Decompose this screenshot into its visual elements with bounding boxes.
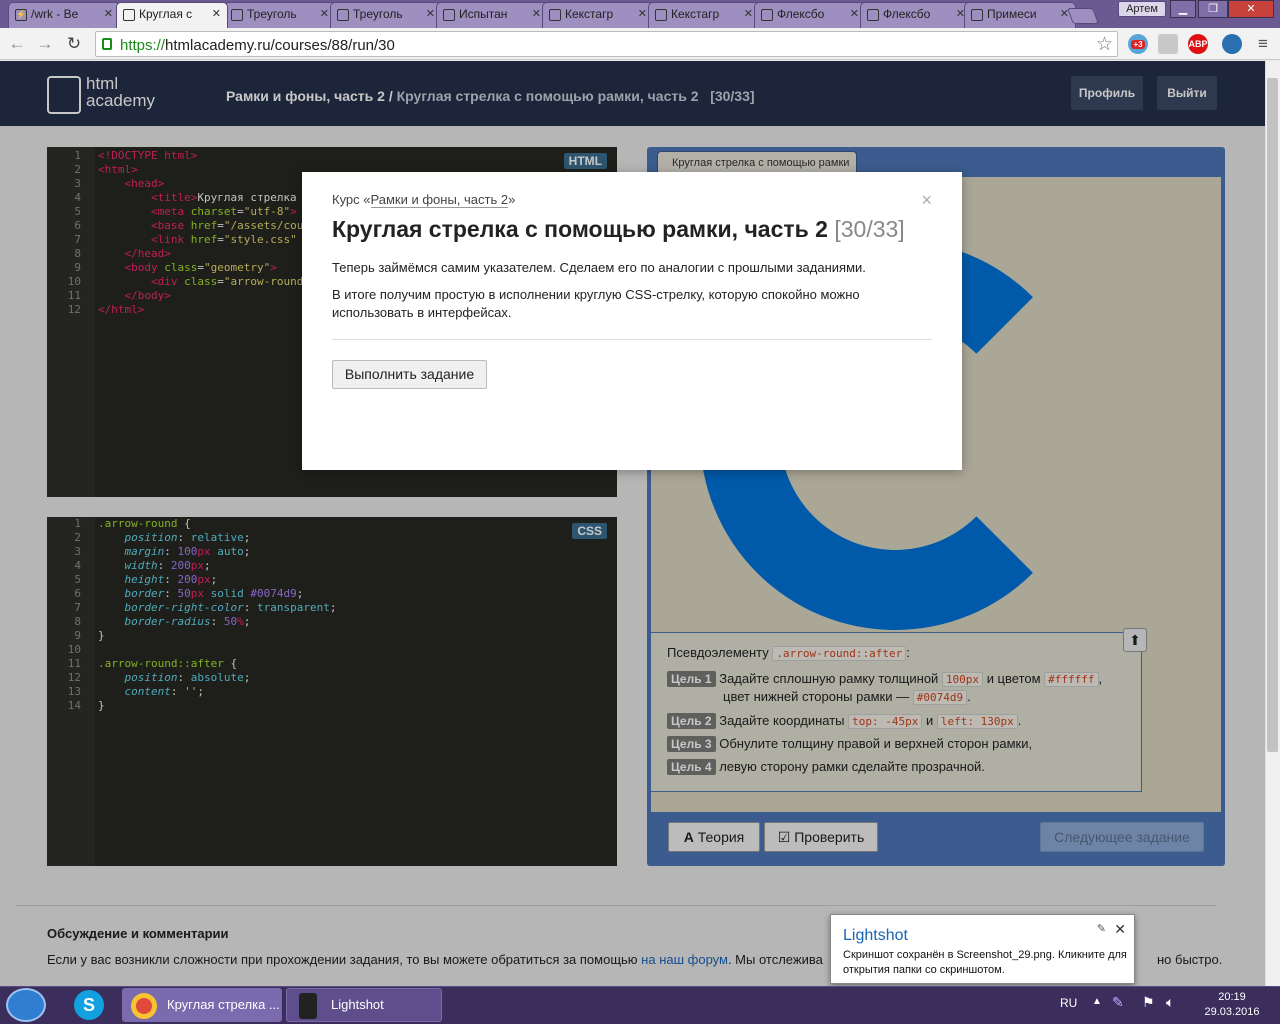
academy-favicon-icon bbox=[337, 9, 349, 21]
academy-favicon-icon bbox=[655, 9, 667, 21]
skype-icon[interactable]: S bbox=[74, 990, 104, 1020]
lightshot-title: Lightshot bbox=[843, 927, 908, 944]
task-intro-modal: Курс «Рамки и фоны, часть 2» × Круглая с… bbox=[302, 172, 962, 470]
clock-date: 29.03.2016 bbox=[1204, 1006, 1260, 1018]
lightshot-tray-icon[interactable]: ✎ bbox=[1112, 994, 1124, 1011]
lock-icon bbox=[102, 38, 112, 50]
modal-divider bbox=[332, 339, 932, 340]
modal-paragraph: Теперь займёмся самим указателем. Сделае… bbox=[332, 260, 866, 275]
start-task-button[interactable]: Выполнить задание bbox=[332, 360, 487, 389]
tab-title: Круглая с bbox=[139, 7, 193, 21]
reload-icon[interactable]: ↻ bbox=[63, 33, 85, 55]
volume-icon[interactable]: 🔈︎ bbox=[1166, 994, 1174, 1011]
close-icon[interactable]: ✕ bbox=[426, 7, 435, 20]
tab-title: Треуголь bbox=[247, 7, 297, 21]
browser-tab[interactable]: Флексбо ✕ bbox=[860, 2, 972, 28]
academy-favicon-icon bbox=[867, 9, 879, 21]
browser-tab[interactable]: Флексбо ✕ bbox=[754, 2, 866, 28]
extension-badge: +3 bbox=[1131, 40, 1145, 49]
close-icon[interactable]: ✕ bbox=[212, 7, 221, 20]
lightshot-notification[interactable]: Lightshot ✎ ✕ Скриншот сохранён в Screen… bbox=[830, 914, 1135, 984]
scrollbar-thumb[interactable] bbox=[1267, 78, 1278, 752]
close-icon[interactable]: × bbox=[921, 190, 932, 211]
browser-tab[interactable]: Треуголь ✕ bbox=[330, 2, 442, 28]
taskbar-item-chrome[interactable]: Круглая стрелка ... bbox=[122, 988, 282, 1022]
modal-count: [30/33] bbox=[834, 216, 905, 242]
browser-tab-active[interactable]: Круглая с ✕ bbox=[116, 2, 228, 28]
close-icon[interactable]: ✕ bbox=[532, 7, 541, 20]
browser-tab[interactable]: Кекстагр ✕ bbox=[648, 2, 760, 28]
taskbar-item-lightshot[interactable]: Lightshot bbox=[286, 988, 442, 1022]
address-bar[interactable]: https://htmlacademy.ru/courses/88/run/30… bbox=[95, 31, 1118, 57]
menu-icon[interactable]: ≡ bbox=[1252, 33, 1274, 55]
modal-title-text: Круглая стрелка с помощью рамки, часть 2 bbox=[332, 216, 828, 242]
close-icon[interactable]: ✕ bbox=[320, 7, 329, 20]
taskbar-label: Круглая стрелка ... bbox=[167, 997, 280, 1012]
academy-favicon-icon bbox=[761, 9, 773, 21]
clock-time: 20:19 bbox=[1218, 991, 1246, 1003]
window-close-icon[interactable]: ✕ bbox=[1228, 0, 1274, 18]
close-icon[interactable]: ✕ bbox=[104, 7, 113, 20]
close-icon[interactable]: ✕ bbox=[1114, 921, 1126, 938]
profile-user-button[interactable]: Артем bbox=[1118, 1, 1166, 17]
url-text[interactable]: https://htmlacademy.ru/courses/88/run/30 bbox=[120, 37, 395, 54]
course-suffix: » bbox=[508, 192, 516, 207]
tray-language[interactable]: RU bbox=[1060, 996, 1077, 1010]
forward-arrow-icon[interactable]: → bbox=[34, 33, 56, 55]
flag-icon[interactable]: ⚑ bbox=[1142, 994, 1155, 1011]
browser-tab[interactable]: Треуголь ✕ bbox=[224, 2, 336, 28]
lightshot-app-icon bbox=[299, 993, 317, 1019]
browser-tab[interactable]: Кекстагр ✕ bbox=[542, 2, 654, 28]
tab-title: Испытан bbox=[459, 7, 508, 21]
academy-favicon-icon bbox=[123, 9, 135, 21]
tab-title: Кекстагр bbox=[671, 7, 720, 21]
tab-title: Флексбо bbox=[777, 7, 825, 21]
extension-cloud-icon[interactable]: +3 bbox=[1128, 34, 1148, 54]
url-scheme: https:// bbox=[120, 37, 166, 54]
shield-extension-icon[interactable] bbox=[1158, 34, 1178, 54]
pin-icon[interactable]: ✎ bbox=[1097, 922, 1106, 935]
browser-tab[interactable]: Испытан ✕ bbox=[436, 2, 548, 28]
tab-title: Треуголь bbox=[353, 7, 403, 21]
adblock-icon[interactable]: ABP bbox=[1188, 34, 1208, 54]
restore-icon[interactable]: ❐ bbox=[1198, 0, 1228, 18]
browser-toolbar: ← → ↻ https://htmlacademy.ru/courses/88/… bbox=[0, 28, 1280, 60]
windows-start-icon[interactable] bbox=[6, 988, 46, 1022]
browser-tab[interactable]: ⚡ /wrk - Ве ✕ bbox=[8, 2, 120, 28]
modal-paragraph: В итоге получим простую в исполнении кру… bbox=[332, 287, 860, 320]
tray-expand-icon[interactable]: ▲ bbox=[1092, 996, 1102, 1007]
new-tab-button[interactable] bbox=[1067, 8, 1099, 24]
academy-favicon-icon bbox=[971, 9, 983, 21]
taskbar-label: Lightshot bbox=[331, 997, 384, 1012]
chrome-icon bbox=[131, 993, 157, 1019]
academy-favicon-icon bbox=[231, 9, 243, 21]
browser-tab[interactable]: Примеси ✕ bbox=[964, 2, 1076, 28]
tab-title: /wrk - Ве bbox=[31, 7, 79, 21]
tray-clock[interactable]: 20:19 29.03.2016 bbox=[1200, 990, 1264, 1020]
course-prefix: Курс « bbox=[332, 192, 371, 207]
globe-icon[interactable] bbox=[1222, 34, 1242, 54]
tab-title: Примеси bbox=[987, 7, 1037, 21]
tab-title: Кекстагр bbox=[565, 7, 614, 21]
close-icon[interactable]: ✕ bbox=[744, 7, 753, 20]
modal-title: Круглая стрелка с помощью рамки, часть 2… bbox=[332, 216, 905, 243]
lightning-icon: ⚡ bbox=[15, 9, 27, 21]
url-path: htmlacademy.ru/courses/88/run/30 bbox=[165, 37, 395, 54]
academy-favicon-icon bbox=[443, 9, 455, 21]
modal-course: Курс «Рамки и фоны, часть 2» bbox=[332, 192, 516, 208]
course-link[interactable]: Рамки и фоны, часть 2 bbox=[370, 192, 509, 208]
bookmark-star-icon[interactable]: ☆ bbox=[1096, 33, 1113, 56]
tab-title: Флексбо bbox=[883, 7, 931, 21]
lightshot-message: Скриншот сохранён в Screenshot_29.png. К… bbox=[843, 949, 1127, 976]
academy-favicon-icon bbox=[549, 9, 561, 21]
close-icon[interactable]: ✕ bbox=[850, 7, 859, 20]
back-arrow-icon[interactable]: ← bbox=[6, 33, 28, 55]
close-icon[interactable]: ✕ bbox=[638, 7, 647, 20]
minimize-icon[interactable]: ▁ bbox=[1170, 0, 1196, 18]
